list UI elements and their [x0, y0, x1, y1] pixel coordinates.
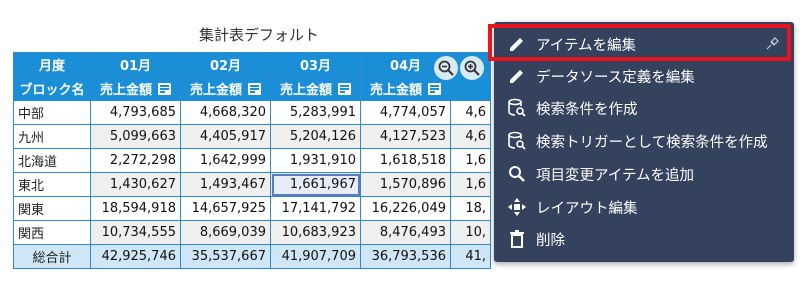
zoom-out-icon [438, 60, 454, 76]
menu-item-label: 項目変更アイテムを追加 [536, 167, 695, 184]
cell-value[interactable]: 1,493,467 [180, 172, 271, 197]
filter-icon[interactable] [158, 82, 171, 95]
measure-header[interactable]: 売上金額 [90, 76, 181, 101]
menu-item-edit-layout[interactable]: レイアウト編集 [494, 191, 794, 223]
filter-icon[interactable] [248, 82, 261, 95]
measure-label: 売上金額 [189, 83, 242, 98]
measure-header[interactable]: 売上金額 [360, 76, 451, 101]
cell-value[interactable]: 10,683,923 [270, 220, 361, 245]
zoom-in-icon [464, 60, 480, 76]
row-label[interactable]: 関西 [13, 220, 91, 245]
cell-value[interactable]: 14,657,925 [180, 196, 271, 221]
row-label[interactable]: 北海道 [13, 148, 91, 173]
month-header[interactable]: 01月 [90, 52, 181, 77]
menu-item-create-search-condition[interactable]: 検索条件を作成 [494, 92, 794, 124]
total-value[interactable]: 35,537,667 [180, 244, 271, 269]
menu-item-label: 検索条件を作成 [536, 101, 638, 118]
cell-value[interactable]: 4,127,523 [360, 124, 451, 149]
total-value[interactable]: 42,925,746 [90, 244, 181, 269]
cell-value[interactable]: 4,793,685 [90, 100, 181, 125]
measure-label: 売上金額 [369, 83, 422, 98]
corner-header: 月度 [13, 52, 91, 77]
measure-label: 売上金額 [99, 83, 152, 98]
row-label[interactable]: 中部 [13, 100, 91, 125]
cell-value[interactable]: 8,669,039 [180, 220, 271, 245]
cell-value[interactable]: 2,272,298 [90, 148, 181, 173]
cell-value[interactable]: 5,099,663 [90, 124, 181, 149]
total-label: 総合計 [13, 244, 91, 269]
table-row: 北海道 2,272,298 1,642,999 1,931,910 1,618,… [13, 148, 491, 173]
pivot-table: 月度 01月 02月 03月 04月 0 ブロック名 売上金額 売上金額 売上金… [13, 52, 491, 269]
cell-value[interactable]: 1,618,518 [360, 148, 451, 173]
cell-value[interactable]: 10,734,555 [90, 220, 181, 245]
measure-header[interactable]: 売上金額 [180, 76, 271, 101]
row-label[interactable]: 九州 [13, 124, 91, 149]
search-icon [506, 163, 528, 185]
cell-value[interactable]: 17,141,792 [270, 196, 361, 221]
pencil-icon [506, 65, 528, 87]
menu-item-label: レイアウト編集 [536, 200, 638, 217]
cell-value[interactable]: 1,570,896 [360, 172, 451, 197]
filter-icon[interactable] [428, 82, 441, 95]
total-row: 総合計 42,925,746 35,537,667 41,907,709 36,… [13, 244, 491, 269]
row-label[interactable]: 関東 [13, 196, 91, 221]
database-search-icon [506, 130, 528, 152]
menu-item-label: データソース定義を編集 [536, 69, 695, 86]
trash-icon [506, 228, 528, 250]
cell-value[interactable]: 5,283,991 [270, 100, 361, 125]
cell-value[interactable]: 18, [450, 196, 491, 221]
cell-value[interactable]: 18,594,918 [90, 196, 181, 221]
filter-icon[interactable] [338, 82, 351, 95]
cell-value[interactable]: 4,774,057 [360, 100, 451, 125]
total-value[interactable]: 41,907,709 [270, 244, 361, 269]
cell-value[interactable]: 4,6 [450, 100, 491, 125]
cell-value[interactable]: 1,931,910 [270, 148, 361, 173]
table-row: 関東 18,594,918 14,657,925 17,141,792 16,2… [13, 196, 491, 221]
menu-item-label: 削除 [536, 232, 565, 249]
menu-item-edit-datasource[interactable]: データソース定義を編集 [494, 60, 794, 92]
cell-value[interactable]: 16,226,049 [360, 196, 451, 221]
table-row: 東北 1,430,627 1,493,467 1,661,967 1,570,8… [13, 172, 491, 197]
cell-value[interactable]: 1,430,627 [90, 172, 181, 197]
table-row: 関西 10,734,555 8,669,039 10,683,923 8,476… [13, 220, 491, 245]
menu-item-label: 検索トリガーとして検索条件を作成 [536, 134, 768, 151]
cell-value[interactable]: 4,6 [450, 124, 491, 149]
cell-value[interactable]: 4,668,320 [180, 100, 271, 125]
database-search-icon [506, 97, 528, 119]
cell-value[interactable]: 10, [450, 220, 491, 245]
menu-item-create-search-trigger[interactable]: 検索トリガーとして検索条件を作成 [494, 125, 794, 157]
total-value[interactable]: 41, [450, 244, 491, 269]
month-header[interactable]: 03月 [270, 52, 361, 77]
measure-label: 売上金額 [279, 83, 332, 98]
selected-cell[interactable]: 1,661,967 [270, 172, 361, 197]
cell-value[interactable]: 1,6 [450, 148, 491, 173]
cell-value[interactable]: 4,405,917 [180, 124, 271, 149]
zoom-in-button[interactable] [460, 56, 484, 80]
cell-value[interactable]: 5,204,126 [270, 124, 361, 149]
table-row: 中部 4,793,685 4,668,320 5,283,991 4,774,0… [13, 100, 491, 125]
cell-value[interactable]: 1,642,999 [180, 148, 271, 173]
measure-header[interactable]: 売上金額 [270, 76, 361, 101]
cell-value[interactable]: 8,476,493 [360, 220, 451, 245]
menu-item-add-field-change-item[interactable]: 項目変更アイテムを追加 [494, 158, 794, 190]
menu-item-delete[interactable]: 削除 [494, 223, 794, 255]
zoom-out-button[interactable] [434, 56, 458, 80]
move-icon [506, 196, 528, 218]
table-row: 九州 5,099,663 4,405,917 5,204,126 4,127,5… [13, 124, 491, 149]
total-value[interactable]: 36,793,536 [360, 244, 451, 269]
pivot-title: 集計表デフォルト [198, 26, 319, 44]
month-header[interactable]: 02月 [180, 52, 271, 77]
row-label[interactable]: 東北 [13, 172, 91, 197]
highlight-box [488, 24, 791, 61]
measure-header[interactable] [450, 76, 491, 101]
cell-value[interactable]: 1,6 [450, 172, 491, 197]
row-header-label[interactable]: ブロック名 [13, 76, 91, 101]
